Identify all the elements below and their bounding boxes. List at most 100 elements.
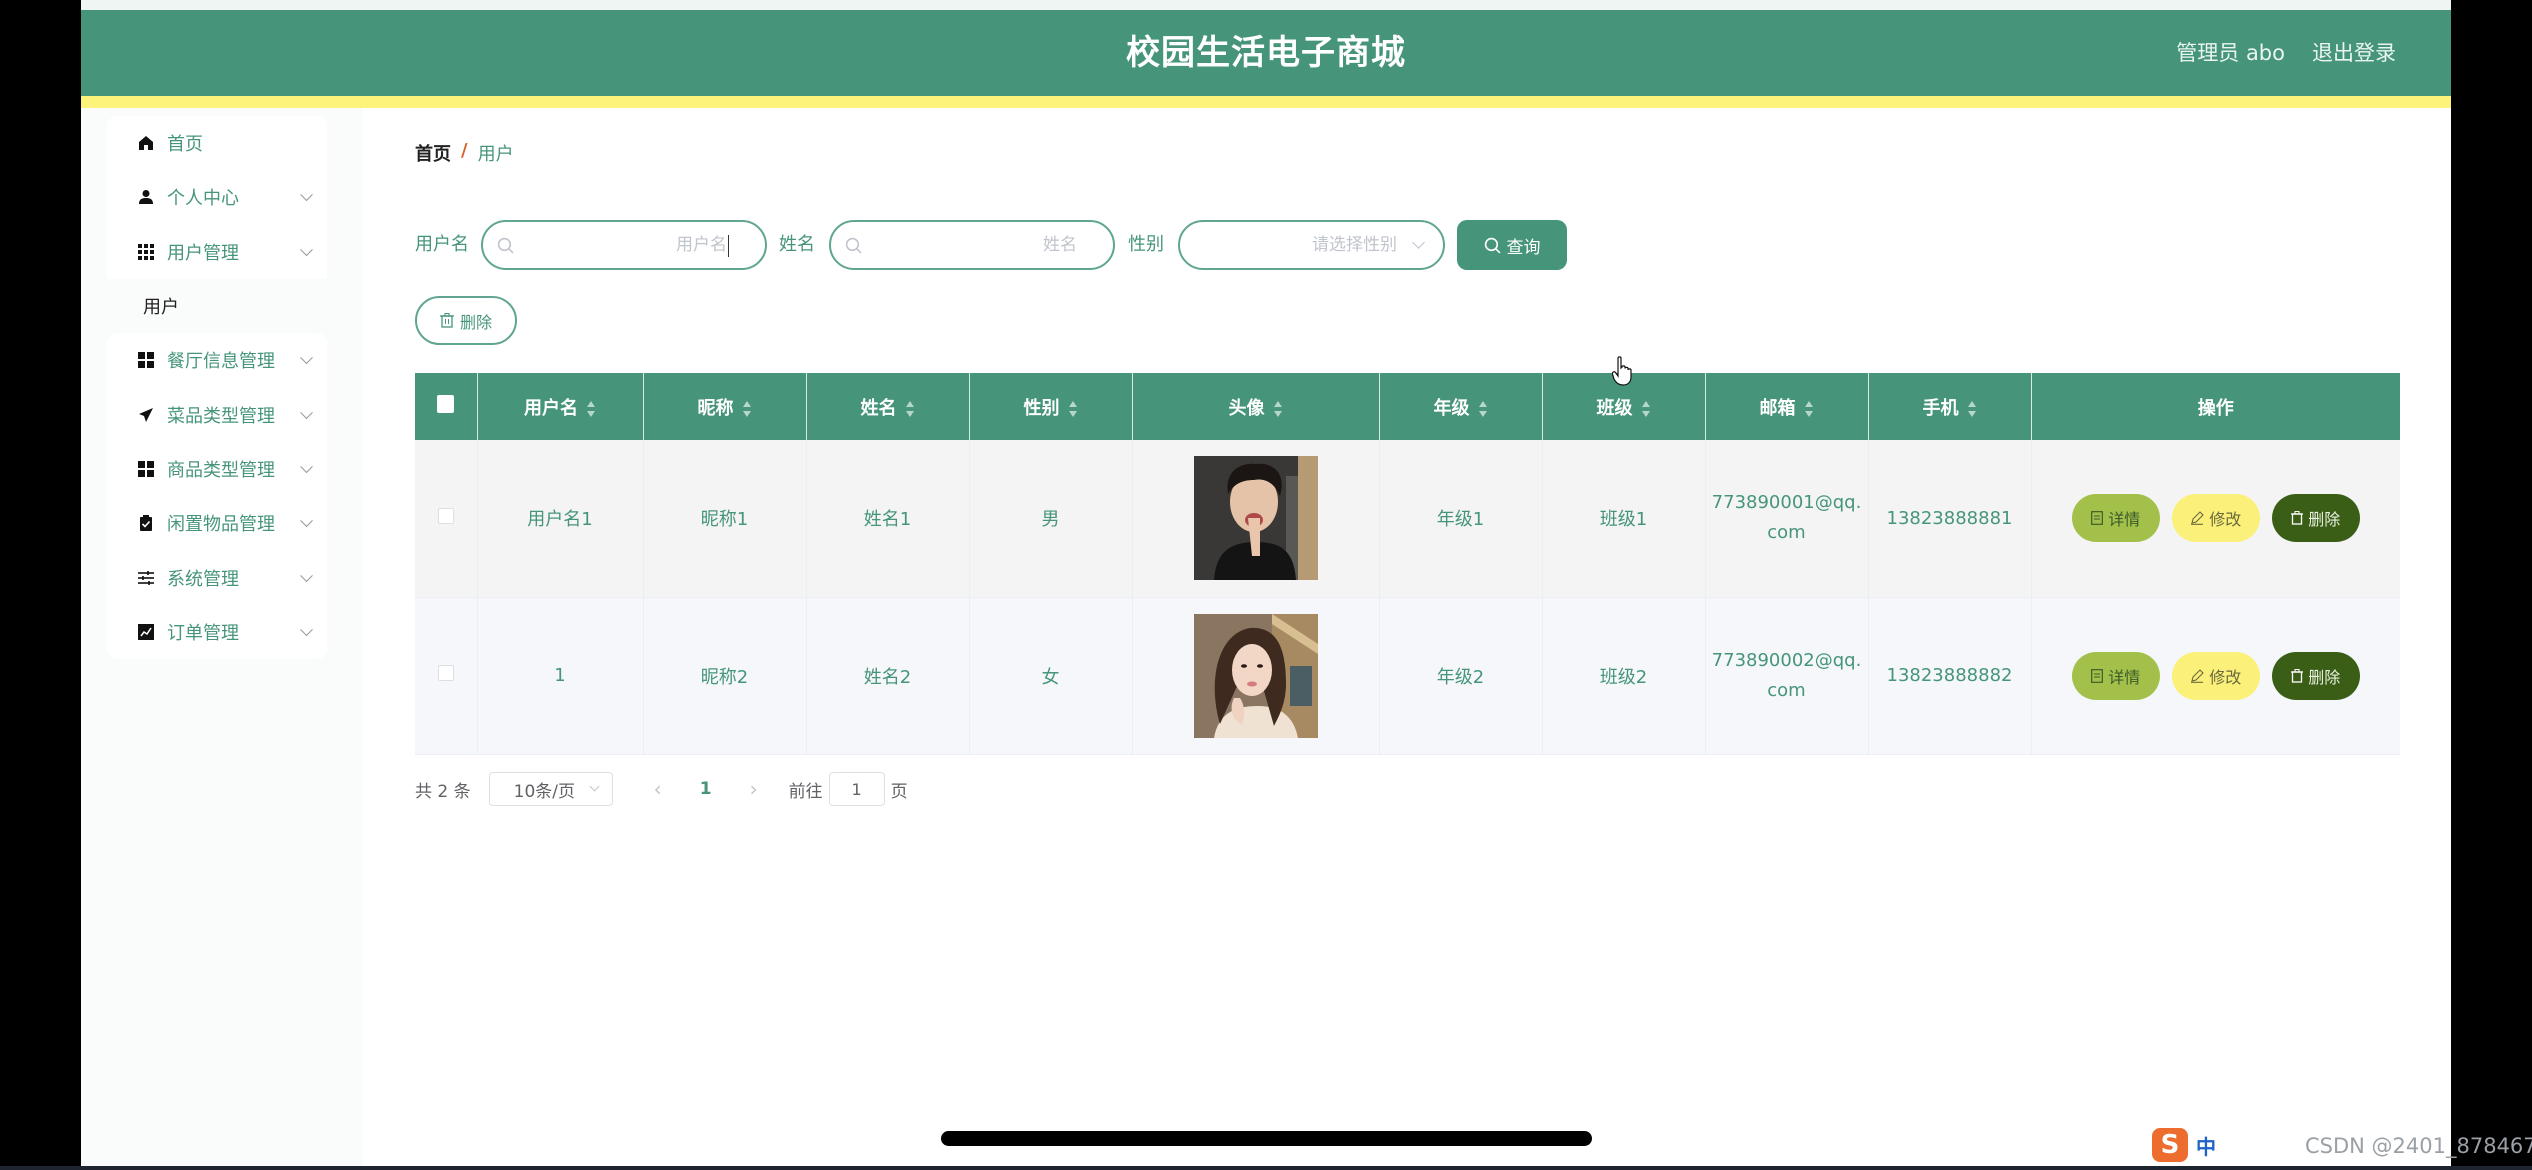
- sidebar-item-idle-items-management[interactable]: 闲置物品管理: [107, 496, 327, 551]
- sidebar-item-label: 系统管理: [167, 568, 239, 590]
- column-header-username[interactable]: 用户名: [477, 373, 644, 440]
- column-header-name[interactable]: 姓名: [806, 373, 970, 440]
- chevron-down-icon: [300, 406, 313, 419]
- name-search-field[interactable]: [829, 220, 1115, 270]
- sort-icon[interactable]: [1804, 400, 1814, 417]
- username-label: 用户名: [415, 234, 469, 255]
- sidebar-item-label: 商品类型管理: [167, 459, 275, 481]
- row-checkbox[interactable]: [437, 665, 454, 681]
- sort-icon[interactable]: [1273, 400, 1283, 417]
- sidebar-subitem-user[interactable]: 用户: [107, 278, 327, 334]
- sidebar-item-label: 闲置物品管理: [167, 514, 275, 536]
- detail-button[interactable]: 详情: [2071, 494, 2160, 543]
- sidebar-item-restaurant-management[interactable]: 餐厅信息管理: [107, 333, 327, 388]
- gender-label: 性别: [1128, 234, 1164, 255]
- cell-email: 773890001@qq. com: [1705, 440, 1869, 598]
- sort-icon[interactable]: [905, 400, 915, 417]
- logout-link[interactable]: 退出登录: [2312, 10, 2396, 96]
- search-icon: [1484, 237, 1501, 254]
- home-indicator-bar[interactable]: [941, 1131, 1592, 1146]
- username-input[interactable]: [483, 222, 765, 268]
- sogou-ime-icon[interactable]: S: [2152, 1128, 2188, 1162]
- column-header-email[interactable]: 邮箱: [1705, 373, 1869, 440]
- chevron-down-icon: [300, 514, 313, 528]
- sidebar-item-home[interactable]: 首页: [107, 116, 327, 171]
- sort-icon[interactable]: [586, 400, 596, 417]
- row-select-cell: [415, 597, 478, 755]
- sidebar-item-label: 首页: [167, 134, 203, 156]
- ime-toolbar[interactable]: S 中: [2152, 1127, 2216, 1163]
- table-row: 1 昵称2 姓名2 女 年级2 班级2 773890002@qq. com 13…: [415, 597, 2400, 755]
- ime-language-indicator[interactable]: 中: [2196, 1131, 2216, 1160]
- name-label: 姓名: [779, 234, 815, 255]
- cell-avatar: [1132, 597, 1380, 755]
- sort-icon[interactable]: [1478, 400, 1488, 417]
- sidebar-item-label: 用户管理: [167, 242, 239, 264]
- user-icon: [137, 188, 155, 206]
- cell-username: 用户名1: [477, 440, 644, 598]
- batch-delete-button[interactable]: 删除: [415, 296, 517, 345]
- sidebar-item-user-management[interactable]: 用户管理: [107, 224, 327, 279]
- column-header-actions: 操作: [2031, 373, 2400, 440]
- cell-avatar: [1132, 440, 1380, 598]
- pencil-icon: [2191, 668, 2205, 683]
- grid-icon: [137, 243, 155, 261]
- sidebar-item-dish-type-management[interactable]: 菜品类型管理: [107, 387, 327, 442]
- search-icon: [497, 237, 514, 254]
- column-header-gender[interactable]: 性别: [969, 373, 1133, 440]
- sidebar-item-order-management[interactable]: 订单管理: [107, 604, 327, 659]
- breadcrumb-home[interactable]: 首页: [415, 140, 451, 166]
- edit-button[interactable]: 修改: [2171, 494, 2260, 543]
- row-checkbox[interactable]: [437, 507, 454, 524]
- column-header-phone[interactable]: 手机: [1868, 373, 2032, 440]
- column-header-grade[interactable]: 年级: [1379, 373, 1543, 440]
- cell-username: 1: [477, 597, 644, 755]
- sidebar-item-system-management[interactable]: 系统管理: [107, 550, 327, 605]
- select-all-header: [415, 373, 478, 440]
- document-icon: [2091, 511, 2104, 526]
- watermark-text: CSDN @2401_87846732: [2305, 1134, 2532, 1158]
- mouse-pointer-hand-icon: [1612, 356, 1632, 386]
- name-input[interactable]: [831, 222, 1113, 268]
- select-all-checkbox[interactable]: [437, 395, 455, 413]
- page-number-current[interactable]: 1: [673, 779, 739, 799]
- sidebar-item-product-type-management[interactable]: 商品类型管理: [107, 441, 327, 497]
- cell-actions: 详情 修改 删除: [2031, 597, 2400, 755]
- gender-select[interactable]: 请选择性别: [1178, 220, 1445, 270]
- detail-button[interactable]: 详情: [2071, 651, 2160, 700]
- pagination: 共 2 条 10条/页 ‹ 1 › 前往 页: [415, 772, 908, 806]
- avatar-image-female[interactable]: [1193, 613, 1318, 738]
- goto-page-input[interactable]: [828, 772, 885, 806]
- next-page-button[interactable]: ›: [739, 777, 769, 801]
- edit-button[interactable]: 修改: [2171, 651, 2260, 700]
- table-row: 用户名1 昵称1 姓名1 男 年级1 班级1 773890001@qq. com…: [415, 440, 2400, 598]
- clipboard-check-icon: [137, 514, 155, 532]
- page-size-select[interactable]: 10条/页: [488, 772, 613, 806]
- column-header-avatar[interactable]: 头像: [1132, 373, 1380, 440]
- chevron-down-icon: [1412, 236, 1425, 249]
- trash-icon: [2291, 668, 2304, 683]
- sidebar-item-personal-center[interactable]: 个人中心: [107, 170, 327, 225]
- sort-icon[interactable]: [742, 400, 752, 417]
- bottom-edge: [0, 1166, 2532, 1170]
- sort-icon[interactable]: [1068, 400, 1078, 417]
- delete-button[interactable]: 删除: [2271, 651, 2360, 700]
- query-button[interactable]: 查询: [1457, 220, 1567, 270]
- search-icon: [845, 237, 862, 254]
- sidebar-item-label: 餐厅信息管理: [167, 351, 275, 373]
- breadcrumb-current: 用户: [477, 144, 514, 165]
- sort-icon[interactable]: [1641, 400, 1651, 417]
- avatar-image-male[interactable]: [1193, 456, 1318, 581]
- breadcrumb: 首页 / 用户: [415, 140, 514, 166]
- chevron-down-icon: [300, 243, 313, 256]
- text-caret: [727, 235, 729, 257]
- user-table: 用户名 昵称 姓名 性别 头像 年级 班级 邮箱 手机 操作 用户名1 昵称1: [415, 373, 2400, 755]
- delete-button[interactable]: 删除: [2271, 494, 2360, 543]
- prev-page-button[interactable]: ‹: [643, 777, 673, 801]
- sort-icon[interactable]: [1967, 400, 1977, 417]
- column-header-nickname[interactable]: 昵称: [643, 373, 807, 440]
- cell-class: 班级1: [1542, 440, 1706, 598]
- username-search-field[interactable]: [481, 220, 767, 270]
- gender-select-placeholder: 请选择性别: [1312, 235, 1397, 255]
- batch-delete-label: 删除: [459, 312, 492, 332]
